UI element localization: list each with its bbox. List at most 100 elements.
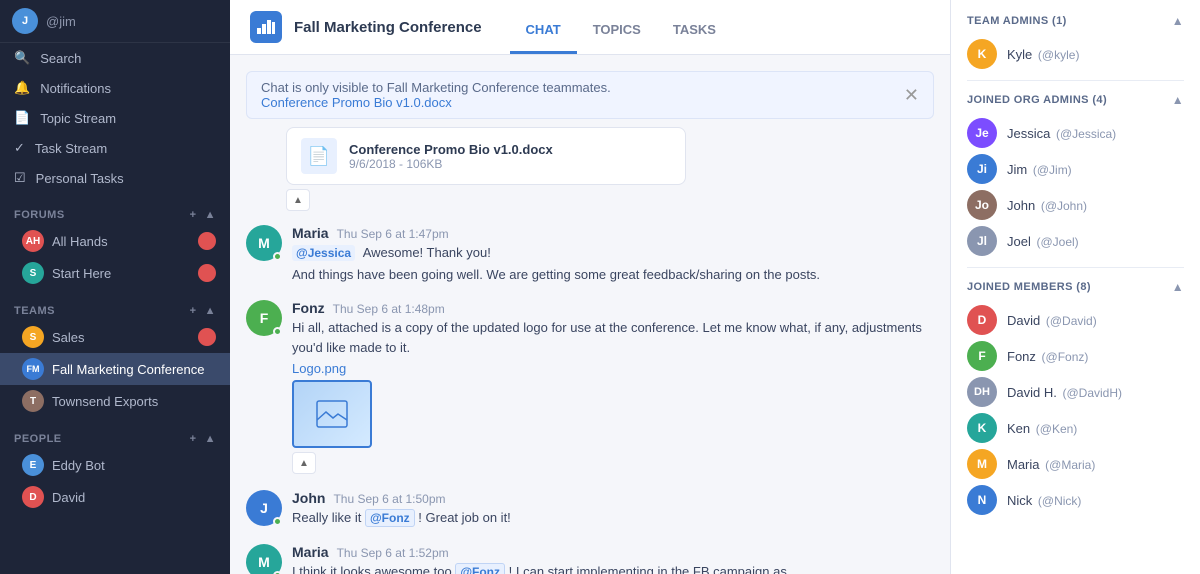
mention-tag[interactable]: @Jessica xyxy=(292,245,355,261)
message-content: John Thu Sep 6 at 1:50pm Really like it … xyxy=(292,490,511,528)
channel-start-here[interactable]: S Start Here xyxy=(0,257,230,289)
member-jessica: Je Jessica (@Jessica) xyxy=(967,115,1184,151)
file-collapse-btn[interactable]: ▲ xyxy=(286,189,310,211)
mention-fonz[interactable]: @Fonz xyxy=(365,509,415,527)
msg-time: Thu Sep 6 at 1:50pm xyxy=(333,492,445,506)
forums-section-header: FORUMS + ▲ xyxy=(0,199,230,225)
avatar: N xyxy=(967,485,997,515)
avatar: D xyxy=(967,305,997,335)
close-banner-button[interactable]: ✕ xyxy=(904,86,919,104)
nav-notifications[interactable]: 🔔 Notifications xyxy=(0,73,230,103)
avatar: F xyxy=(246,300,282,336)
joined-members-section: JOINED MEMBERS (8) ▲ D David (@David) F … xyxy=(951,268,1200,526)
nav-topic-stream[interactable]: 📄 Topic Stream xyxy=(0,103,230,133)
msg-text-pre: Really like it xyxy=(292,510,365,525)
mention-fonz-2[interactable]: @Fonz xyxy=(455,563,505,574)
tab-chat[interactable]: CHAT xyxy=(510,22,577,54)
channel-title: Fall Marketing Conference xyxy=(294,19,482,36)
avatar: K xyxy=(967,413,997,443)
nav-personal-tasks[interactable]: ☑ Personal Tasks xyxy=(0,163,230,193)
townsend-label: Townsend Exports xyxy=(52,394,158,409)
channel-townsend[interactable]: T Townsend Exports xyxy=(0,385,230,417)
msg-text: Really like it @Fonz ! Great job on it! xyxy=(292,508,511,528)
member-kyle: K Kyle (@kyle) xyxy=(967,36,1184,72)
avatar: Jo xyxy=(967,190,997,220)
teams-add-icon[interactable]: + xyxy=(190,305,197,317)
nav-topic-stream-label: Topic Stream xyxy=(40,111,116,126)
msg-text2: And things have been going well. We are … xyxy=(292,265,820,285)
msg-text1: Awesome! Thank you! xyxy=(363,245,491,260)
team-admins-collapse-icon[interactable]: ▲ xyxy=(1172,14,1184,28)
msg-time: Thu Sep 6 at 1:52pm xyxy=(337,546,449,560)
forums-add-icon[interactable]: + xyxy=(190,209,197,221)
channel-sales[interactable]: S Sales xyxy=(0,321,230,353)
msg-author: John xyxy=(292,490,325,506)
avatar: Ji xyxy=(967,154,997,184)
tab-topics[interactable]: TOPICS xyxy=(577,22,657,54)
file-card: 📄 Conference Promo Bio v1.0.docx 9/6/201… xyxy=(286,127,686,185)
main-panel: Fall Marketing Conference CHAT TOPICS TA… xyxy=(230,0,950,574)
member-maria: M Maria (@Maria) xyxy=(967,446,1184,482)
person-david[interactable]: D David xyxy=(0,481,230,513)
fall-marketing-label: Fall Marketing Conference xyxy=(52,362,204,377)
msg-time: Thu Sep 6 at 1:48pm xyxy=(333,302,445,316)
avatar: M xyxy=(967,449,997,479)
nav-search[interactable]: 🔍 Search xyxy=(0,43,230,73)
image-collapse-btn[interactable]: ▲ xyxy=(292,452,316,474)
personal-tasks-icon: ☑ xyxy=(14,170,26,186)
avatar: Jl xyxy=(967,226,997,256)
sidebar: J @jim 🔍 Search 🔔 Notifications 📄 Topic … xyxy=(0,0,230,574)
nav-task-stream[interactable]: ✓ Task Stream xyxy=(0,133,230,163)
teams-collapse-icon[interactable]: ▲ xyxy=(205,305,216,317)
channel-all-hands[interactable]: AH All Hands xyxy=(0,225,230,257)
right-panel: TEAM ADMINS (1) ▲ K Kyle (@kyle) JOINED … xyxy=(950,0,1200,574)
msg-author: Maria xyxy=(292,544,329,560)
people-add-icon[interactable]: + xyxy=(190,433,197,445)
nav-personal-tasks-label: Personal Tasks xyxy=(36,171,124,186)
user-label: @jim xyxy=(46,14,76,29)
org-admins-collapse-icon[interactable]: ▲ xyxy=(1172,93,1184,107)
message-maria-1: M Maria Thu Sep 6 at 1:47pm @Jessica Awe… xyxy=(230,217,950,292)
msg-time: Thu Sep 6 at 1:47pm xyxy=(337,227,449,241)
chat-tabs: CHAT TOPICS TASKS xyxy=(510,0,732,54)
sales-label: Sales xyxy=(52,330,85,345)
member-david: D David (@David) xyxy=(967,302,1184,338)
avatar: J xyxy=(246,490,282,526)
person-eddy-bot[interactable]: E Eddy Bot xyxy=(0,449,230,481)
members-collapse-icon[interactable]: ▲ xyxy=(1172,280,1184,294)
channel-icon xyxy=(250,11,282,43)
all-hands-badge xyxy=(198,232,216,250)
msg-text-post: ! I can start implementing in the FB cam… xyxy=(509,564,787,574)
image-preview xyxy=(292,380,372,448)
msg-author: Fonz xyxy=(292,300,325,316)
member-john: Jo John (@John) xyxy=(967,187,1184,223)
logo-file-link[interactable]: Logo.png xyxy=(292,361,934,376)
joined-org-admins-section: JOINED ORG ADMINS (4) ▲ Je Jessica (@Jes… xyxy=(951,81,1200,267)
chat-header: Fall Marketing Conference CHAT TOPICS TA… xyxy=(230,0,950,55)
file-link-banner[interactable]: Conference Promo Bio v1.0.docx xyxy=(261,95,452,110)
task-stream-icon: ✓ xyxy=(14,140,25,156)
nav-task-stream-label: Task Stream xyxy=(35,141,107,156)
nav-search-label: Search xyxy=(40,51,81,66)
message-content: Maria Thu Sep 6 at 1:47pm @Jessica Aweso… xyxy=(292,225,820,284)
people-section-header: PEOPLE + ▲ xyxy=(0,423,230,449)
member-name: Kyle (@kyle) xyxy=(1007,47,1079,62)
nav-notifications-label: Notifications xyxy=(40,81,111,96)
forums-collapse-icon[interactable]: ▲ xyxy=(205,209,216,221)
eddy-bot-label: Eddy Bot xyxy=(52,458,105,473)
tab-tasks[interactable]: TASKS xyxy=(657,22,732,54)
user-item[interactable]: J @jim xyxy=(0,0,230,43)
info-banner: Chat is only visible to Fall Marketing C… xyxy=(246,71,934,119)
message-maria-2: M Maria Thu Sep 6 at 1:52pm I think it l… xyxy=(230,536,950,574)
avatar: K xyxy=(967,39,997,69)
message-fonz: F Fonz Thu Sep 6 at 1:48pm Hi all, attac… xyxy=(230,292,950,482)
channel-fall-marketing[interactable]: FM Fall Marketing Conference xyxy=(0,353,230,385)
all-hands-label: All Hands xyxy=(52,234,108,249)
teams-section-header: TEAMS + ▲ xyxy=(0,295,230,321)
avatar: DH xyxy=(967,377,997,407)
msg-text-post: ! Great job on it! xyxy=(418,510,511,525)
file-meta: 9/6/2018 - 106KB xyxy=(349,157,553,171)
member-fonz: F Fonz (@Fonz) xyxy=(967,338,1184,374)
people-collapse-icon[interactable]: ▲ xyxy=(205,433,216,445)
message-content: Maria Thu Sep 6 at 1:52pm I think it loo… xyxy=(292,544,787,574)
